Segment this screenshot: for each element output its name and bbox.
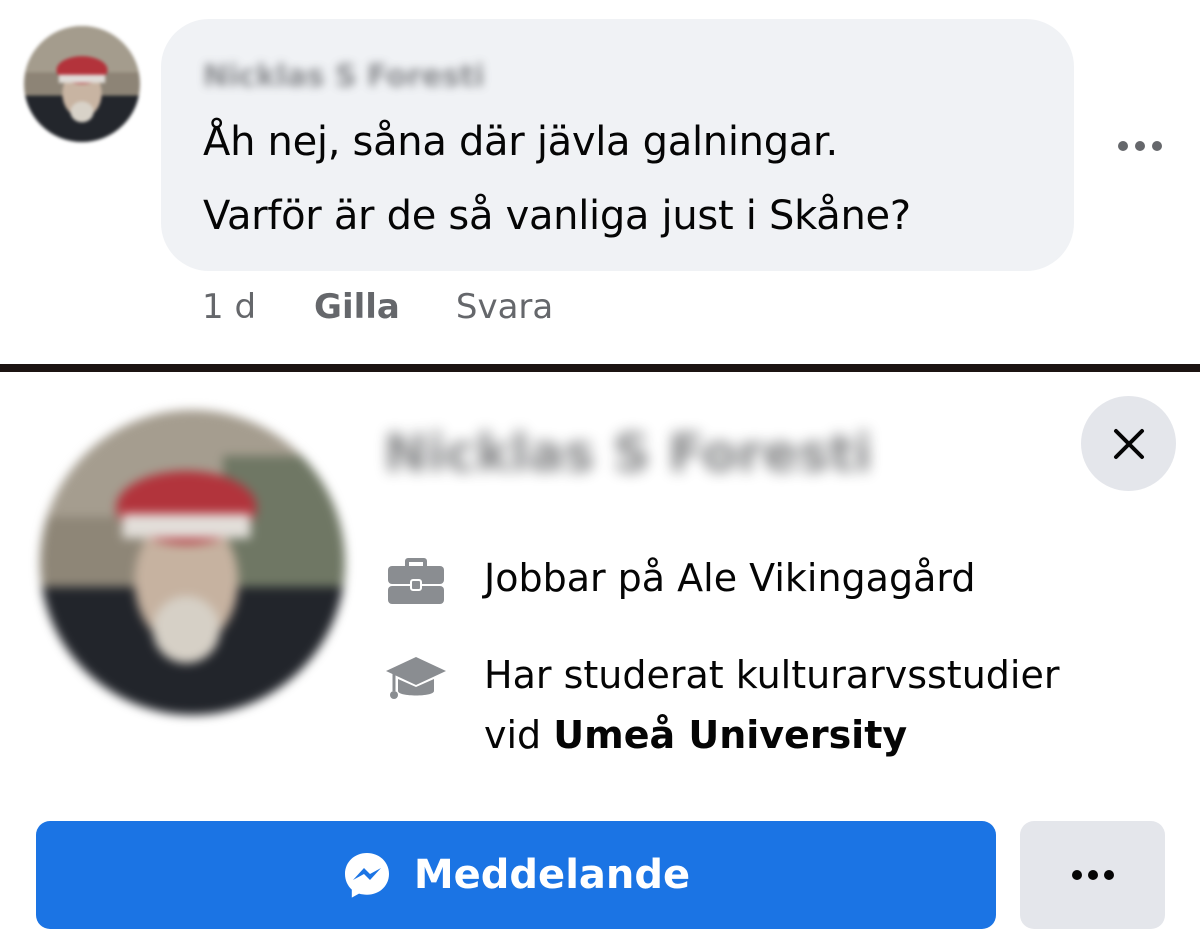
comment-bubble: Nicklas S Foresti Åh nej, såna där jävla…	[161, 19, 1074, 271]
profile-avatar[interactable]	[40, 410, 345, 715]
comment-more-options-icon[interactable]	[1112, 124, 1168, 168]
graduation-cap-icon	[386, 657, 446, 699]
comment-text-line: Varför är de så vanliga just i Skåne?	[203, 193, 911, 239]
comment-timestamp[interactable]: 1 d	[202, 287, 256, 327]
messenger-icon	[344, 853, 389, 898]
comment-avatar[interactable]	[24, 26, 140, 142]
university-link[interactable]: Umeå University	[553, 713, 907, 757]
comment-text-line: Åh nej, såna där jävla galningar.	[203, 119, 838, 165]
profile-work-row: Jobbar på Ale Vikingagård	[384, 548, 975, 608]
reply-button[interactable]: Svara	[456, 287, 553, 327]
education-line: vid Umeå University	[484, 705, 1059, 765]
like-button[interactable]: Gilla	[314, 287, 400, 327]
profile-work-text: Jobbar på Ale Vikingagård	[484, 556, 976, 600]
divider	[0, 364, 1200, 372]
comment-author-name[interactable]: Nicklas S Foresti	[203, 59, 1074, 95]
briefcase-icon	[388, 558, 444, 604]
comment-actions: 1 d Gilla Svara	[202, 282, 553, 332]
comment-text: Åh nej, såna där jävla galningar. Varför…	[203, 105, 1074, 253]
profile-education-row: Har studerat kulturarvsstudier vid Umeå …	[384, 645, 1059, 765]
education-line: Har studerat kulturarvsstudier	[484, 653, 1060, 697]
close-button[interactable]	[1081, 396, 1176, 491]
message-button[interactable]: Meddelande	[36, 821, 996, 929]
profile-name[interactable]: Nicklas S Foresti	[384, 424, 872, 484]
profile-education-text: Har studerat kulturarvsstudier vid Umeå …	[484, 645, 1059, 765]
message-button-label: Meddelande	[413, 852, 691, 898]
close-icon	[1113, 428, 1144, 459]
education-prefix: vid	[484, 713, 554, 757]
more-horizontal-icon	[1071, 870, 1114, 880]
profile-more-button[interactable]	[1020, 821, 1165, 929]
